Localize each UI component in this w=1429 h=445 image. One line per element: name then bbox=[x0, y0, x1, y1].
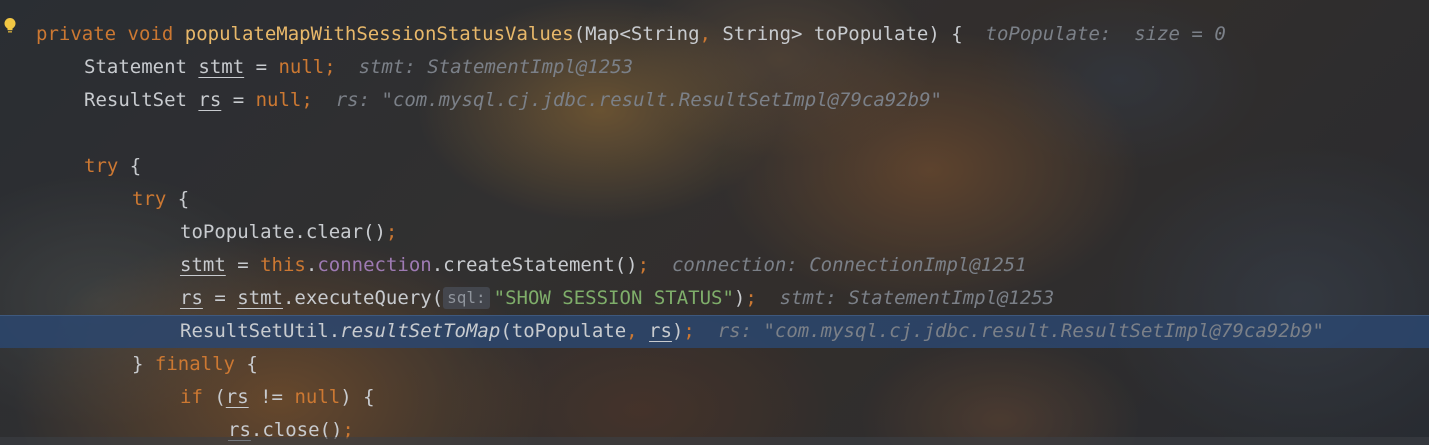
code-line[interactable]: toPopulate.clear(); bbox=[0, 216, 1429, 249]
horizontal-scrollbar[interactable] bbox=[0, 437, 1429, 445]
keyword: if bbox=[180, 386, 203, 408]
keyword: null bbox=[294, 386, 341, 408]
variable[interactable]: rs bbox=[180, 287, 203, 309]
keyword: private bbox=[36, 23, 117, 45]
inline-debug-value: rs: "com.mysql.cj.jdbc.result.ResultSetI… bbox=[312, 89, 942, 111]
keyword: null bbox=[278, 56, 325, 78]
code-line[interactable]: } finally { bbox=[0, 348, 1429, 381]
inline-debug-value: stmt: StatementImpl@1253 bbox=[756, 287, 1055, 309]
variable[interactable]: rs bbox=[198, 89, 221, 111]
variable[interactable]: stmt bbox=[180, 254, 226, 276]
intention-bulb-icon[interactable] bbox=[3, 17, 17, 35]
variable[interactable]: stmt bbox=[198, 56, 244, 78]
code-line-method-signature[interactable]: private void populateMapWithSessionStatu… bbox=[0, 18, 1429, 51]
inline-debug-value: rs: "com.mysql.cj.jdbc.result.ResultSetI… bbox=[694, 320, 1324, 342]
keyword: void bbox=[127, 23, 174, 45]
code-line[interactable]: ResultSet rs = null; rs: "com.mysql.cj.j… bbox=[0, 84, 1429, 117]
code-line-current-execution[interactable]: ResultSetUtil.resultSetToMap(toPopulate,… bbox=[0, 315, 1429, 348]
code-line[interactable]: Statement stmt = null; stmt: StatementIm… bbox=[0, 51, 1429, 84]
code-line-empty[interactable] bbox=[0, 117, 1429, 150]
keyword: finally bbox=[154, 353, 235, 375]
code-line[interactable]: try { bbox=[0, 150, 1429, 183]
variable[interactable]: rs bbox=[649, 320, 672, 342]
code-line[interactable]: try { bbox=[0, 183, 1429, 216]
code-line[interactable]: rs = stmt.executeQuery(sql: "SHOW SESSION… bbox=[0, 282, 1429, 315]
keyword: this bbox=[260, 254, 306, 276]
field-reference[interactable]: connection bbox=[317, 254, 431, 276]
keyword: try bbox=[132, 188, 167, 210]
keyword: try bbox=[84, 155, 119, 177]
static-method-call[interactable]: resultSetToMap bbox=[340, 320, 500, 342]
parameter-name-hint: sql: bbox=[443, 287, 490, 309]
code-editor[interactable]: private void populateMapWithSessionStatu… bbox=[0, 0, 1429, 445]
inline-debug-value: connection: ConnectionImpl@1251 bbox=[649, 254, 1027, 276]
variable[interactable]: rs bbox=[226, 386, 249, 408]
keyword: null bbox=[255, 89, 302, 111]
inline-debug-value: toPopulate: size = 0 bbox=[962, 23, 1226, 45]
method-name[interactable]: populateMapWithSessionStatusValues bbox=[185, 23, 574, 45]
string-literal: "SHOW SESSION STATUS" bbox=[493, 287, 734, 309]
code-line[interactable]: stmt = this.connection.createStatement()… bbox=[0, 249, 1429, 282]
variable[interactable]: stmt bbox=[237, 287, 283, 309]
inline-debug-value: stmt: StatementImpl@1253 bbox=[335, 56, 634, 78]
code-line[interactable]: if (rs != null) { bbox=[0, 381, 1429, 414]
